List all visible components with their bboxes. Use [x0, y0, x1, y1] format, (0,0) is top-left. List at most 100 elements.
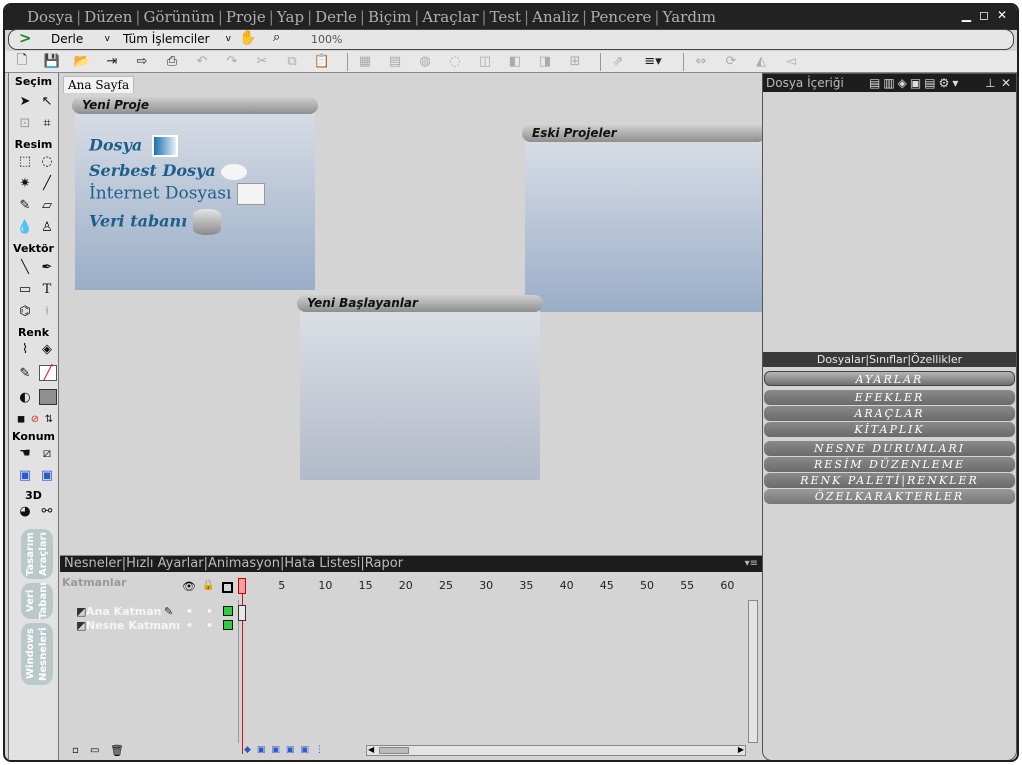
menu-item[interactable]: Yap: [277, 8, 304, 26]
knife-icon[interactable]: ⫮: [37, 303, 57, 321]
menu-item[interactable]: Proje: [226, 8, 266, 26]
stamp-icon[interactable]: ♙: [37, 219, 57, 237]
scroll-thumb[interactable]: [379, 747, 409, 754]
layer-row[interactable]: ◩ Ana Katman ✎ • •: [60, 605, 238, 619]
marquee-icon[interactable]: ⬚: [15, 153, 35, 171]
layer-color-swatch[interactable]: [223, 606, 233, 616]
line-icon[interactable]: ╲: [15, 259, 35, 277]
vertical-scrollbar[interactable]: [748, 600, 758, 743]
free-transform-icon[interactable]: ⊡: [15, 115, 35, 133]
new-file-icon[interactable]: 🗋: [11, 53, 33, 71]
processor-select[interactable]: Tüm İşlemciler v: [119, 32, 233, 47]
visibility-dot[interactable]: •: [186, 619, 193, 632]
menu-item[interactable]: Pencere: [590, 8, 651, 26]
node-icon[interactable]: ⌬: [15, 303, 35, 321]
run-icon[interactable]: >: [19, 29, 32, 47]
flip-horizontal-icon[interactable]: ⇔: [690, 53, 712, 71]
hand-icon[interactable]: ✋: [239, 30, 256, 46]
accordion-object-states[interactable]: NESNE DURUMLARI: [764, 441, 1015, 456]
eraser-icon[interactable]: ▱: [37, 197, 57, 215]
new-layer-icon[interactable]: ▫: [72, 745, 79, 756]
menu-item[interactable]: Dosya: [27, 8, 73, 26]
import-icon[interactable]: ⇥: [101, 53, 123, 71]
accordion-settings[interactable]: AYARLAR: [764, 371, 1015, 386]
view-frame-icon[interactable]: ▣: [37, 467, 57, 485]
fill-swatch[interactable]: [39, 389, 57, 405]
menu-item[interactable]: Test: [490, 8, 521, 26]
union-icon[interactable]: ◍: [414, 53, 436, 71]
pin-icon[interactable]: ⊥: [985, 74, 995, 92]
hand-tool-icon[interactable]: ☚: [15, 445, 35, 463]
pencil-icon[interactable]: ✎: [15, 197, 35, 215]
direct-select-icon[interactable]: ↖: [37, 93, 57, 111]
free-file-link[interactable]: Serbest Dosya: [89, 161, 248, 180]
design-tools-tab[interactable]: Tasarım Araçları: [21, 529, 53, 579]
minimize-button[interactable]: ▁: [962, 8, 971, 22]
new-folder-icon[interactable]: ▭: [90, 745, 99, 756]
zoom-icon[interactable]: ⌕: [273, 30, 280, 45]
scroll-right-icon[interactable]: ▶: [738, 745, 744, 754]
fill-color-icon[interactable]: ◐: [15, 389, 35, 407]
brush-icon[interactable]: ╱: [37, 175, 57, 193]
view-grid-icon[interactable]: ▣: [15, 467, 35, 485]
undo-icon[interactable]: ↶: [191, 53, 213, 71]
menu-item[interactable]: Görünüm: [143, 8, 214, 26]
scroll-left-icon[interactable]: ◀: [368, 745, 374, 754]
lock-dot[interactable]: •: [206, 605, 213, 618]
lasso-icon[interactable]: ◌: [37, 153, 57, 171]
export-icon[interactable]: ⇨: [131, 53, 153, 71]
rotate-icon[interactable]: ⟳: [720, 53, 742, 71]
database-tab[interactable]: Veri Tabanı: [21, 583, 53, 619]
save-icon[interactable]: 💾: [41, 53, 63, 71]
accordion-library[interactable]: KİTAPLIK: [764, 422, 1015, 437]
select-arrow-icon[interactable]: ➤: [15, 93, 35, 111]
paint-bucket-icon[interactable]: ◈: [37, 341, 57, 359]
playhead[interactable]: [238, 578, 246, 594]
windows-objects-tab[interactable]: Windows Nesneleri: [21, 623, 53, 685]
rectangle-icon[interactable]: ▭: [15, 281, 35, 299]
subtract-icon[interactable]: ◌: [444, 53, 466, 71]
transform-icon[interactable]: ⇗: [607, 53, 629, 71]
horizontal-scrollbar[interactable]: ◀ ▶: [366, 745, 746, 756]
ungroup-icon[interactable]: ▤: [384, 53, 406, 71]
text-icon[interactable]: T: [37, 281, 57, 299]
panel-tabs[interactable]: Dosyalar|Sınıflar|Özellikler: [763, 352, 1016, 367]
redo-icon[interactable]: ↷: [221, 53, 243, 71]
layer-color-swatch[interactable]: [223, 620, 233, 630]
new-file-link[interactable]: Dosya: [89, 135, 178, 157]
accordion-image-editing[interactable]: RESİM DÜZENLEME: [764, 457, 1015, 472]
send-back-icon[interactable]: ◧: [504, 53, 526, 71]
rotate-3d-icon[interactable]: ◕: [15, 503, 35, 521]
magic-wand-icon[interactable]: ✷: [15, 175, 35, 193]
stroke-color-icon[interactable]: ✎: [15, 365, 35, 383]
accordion-color-palette[interactable]: RENK PALETİ|RENKLER: [764, 473, 1015, 488]
accordion-effects[interactable]: EFEKLER: [764, 390, 1015, 405]
pen-icon[interactable]: ✒: [37, 259, 57, 277]
restore-button[interactable]: ◻: [979, 8, 989, 22]
align-icon[interactable]: ≡▾: [637, 53, 669, 71]
skew-icon[interactable]: ◭: [750, 53, 772, 71]
accordion-special-chars[interactable]: ÖZELKARAKTERLER: [764, 489, 1015, 504]
close-button[interactable]: ✕: [997, 8, 1007, 22]
lock-dot[interactable]: •: [206, 619, 213, 632]
close-panel-icon[interactable]: ✕: [1001, 74, 1011, 92]
menu-item[interactable]: Derle: [315, 8, 357, 26]
copy-icon[interactable]: ⧉: [281, 53, 303, 71]
print-icon[interactable]: ⎙: [161, 53, 183, 71]
eyedropper-icon[interactable]: ⌇: [15, 341, 35, 359]
open-folder-icon[interactable]: 📂: [71, 53, 93, 71]
distribute-icon[interactable]: ⊞: [564, 53, 586, 71]
paste-icon[interactable]: 📋: [311, 53, 333, 71]
layer-row[interactable]: ◩ Nesne Katmanı • •: [60, 619, 238, 633]
arrange-icon[interactable]: ◨: [534, 53, 556, 71]
bone-icon[interactable]: ⚯: [37, 503, 57, 521]
delete-layer-icon[interactable]: 🗑: [110, 744, 124, 757]
menu-item[interactable]: Araçlar: [422, 8, 478, 26]
blur-drop-icon[interactable]: 💧: [15, 219, 35, 237]
bring-front-icon[interactable]: ◫: [474, 53, 496, 71]
tab-home[interactable]: Ana Sayfa: [63, 76, 135, 93]
edit-shape-icon[interactable]: ⧄: [37, 445, 57, 463]
group-icon[interactable]: ▦: [354, 53, 376, 71]
cut-icon[interactable]: ✂: [251, 53, 273, 71]
menu-item[interactable]: Düzen: [84, 8, 132, 26]
